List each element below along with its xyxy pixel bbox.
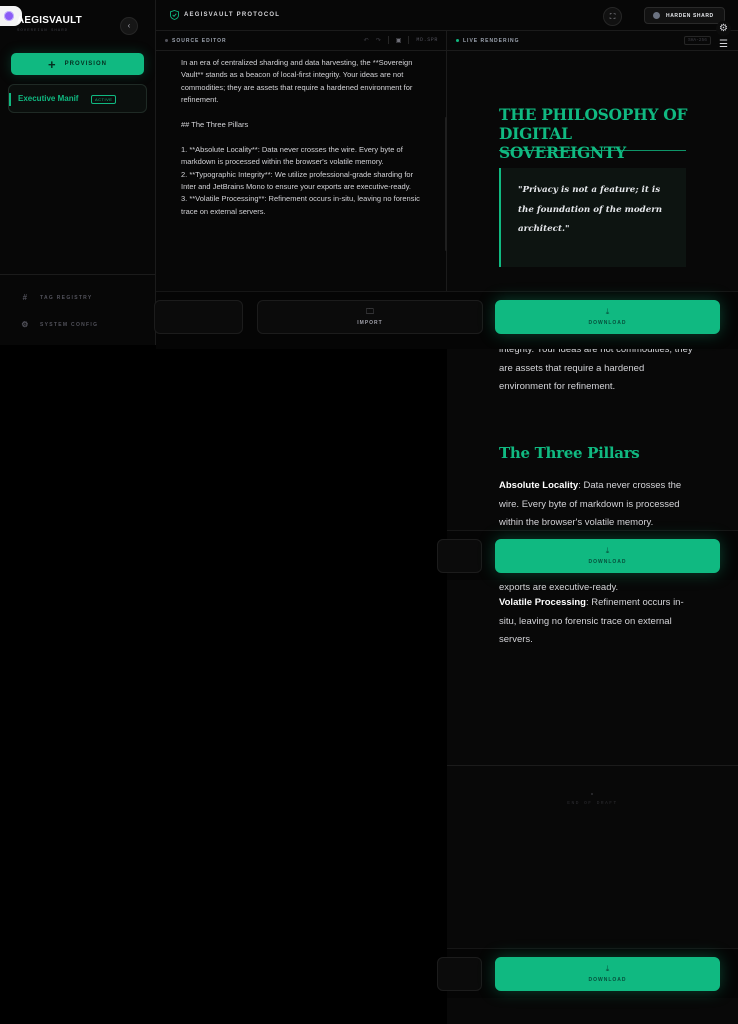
status-dot <box>165 39 168 42</box>
harden-shard-label: HARDEN SHARD <box>666 12 714 19</box>
collapse-sidebar-button[interactable]: ‹ <box>120 17 138 35</box>
sidebar-item-label: SYSTEM CONFIG <box>40 321 99 328</box>
undo-icon[interactable]: ↶ <box>364 37 369 44</box>
brand-subtitle: SOVEREIGN SHARD <box>17 29 69 33</box>
action-bar: ⤓ DOWNLOAD <box>437 948 738 998</box>
download-icon: ⤓ <box>605 546 610 555</box>
document-item[interactable]: Executive Manif ACTIVE <box>8 84 147 113</box>
source-editor-panel: SOURCE EDITOR ↶ ↷ ▣ MD.SPR In an era of … <box>156 31 447 291</box>
scan-button[interactable]: ⛶ <box>603 7 622 26</box>
rocket-icon <box>653 12 660 19</box>
pillar-item: Absolute Locality: Data never crosses th… <box>499 477 699 533</box>
divider <box>0 274 156 275</box>
sidebar: AEGISVAULT SOVEREIGN SHARD ‹ + PROVISION… <box>0 0 156 345</box>
menu-button[interactable]: ☰ <box>716 37 731 52</box>
secondary-action-button[interactable] <box>437 957 482 991</box>
divider <box>408 36 410 44</box>
end-marker <box>591 793 593 795</box>
plus-icon: + <box>48 56 56 72</box>
section-heading: The Three Pillars <box>499 444 640 462</box>
pillar-item: Volatile Processing: Refinement occurs i… <box>499 594 699 650</box>
status-dot <box>456 39 459 42</box>
shield-icon <box>170 10 179 20</box>
top-bar: AEGISVAULT PROTOCOL ⛶ SCAN LISTEN HARDEN… <box>156 0 738 35</box>
import-button[interactable]: 🗀 IMPORT <box>257 300 483 334</box>
protocol-title: AEGISVAULT PROTOCOL <box>184 12 281 18</box>
action-bar: ⤓ DOWNLOAD <box>437 530 738 580</box>
download-label: DOWNLOAD <box>588 977 627 983</box>
document-name: Executive Manif <box>18 94 79 103</box>
folder-icon: 🗀 <box>366 307 374 316</box>
document-heading: THE PHILOSOPHY OF DIGITAL SOVEREIGNTY <box>499 105 688 162</box>
end-of-draft-label: END OF DRAFT <box>567 801 618 806</box>
import-label: IMPORT <box>357 320 383 326</box>
chevron-left-icon: ‹ <box>127 21 131 30</box>
status-badge: ACTIVE <box>91 95 117 104</box>
brain-icon <box>4 11 14 21</box>
gear-icon: ⚙ <box>21 320 30 329</box>
hash-badge: SHA-256 <box>684 36 711 45</box>
hamburger-icon: ☰ <box>719 39 728 50</box>
markdown-editor[interactable]: In an era of centralized sharding and da… <box>181 57 421 218</box>
editor-header: SOURCE EDITOR ↶ ↷ ▣ MD.SPR <box>156 31 446 51</box>
redo-icon[interactable]: ↷ <box>376 37 381 44</box>
divider <box>387 36 389 44</box>
provision-label: PROVISION <box>64 61 107 67</box>
preview-title: LIVE RENDERING <box>463 38 520 44</box>
download-icon: ⤓ <box>605 307 610 316</box>
download-icon: ⤓ <box>605 964 610 973</box>
brand-title: AEGISVAULT <box>17 15 82 26</box>
download-label: DOWNLOAD <box>588 320 627 326</box>
blockquote: "Privacy is not a feature; it is the fou… <box>499 168 686 267</box>
gear-icon: ⚙ <box>719 23 728 34</box>
sidebar-item-tag-registry[interactable]: # TAG REGISTRY <box>21 293 93 302</box>
quote-text: "Privacy is not a feature; it is the fou… <box>518 185 663 234</box>
download-button[interactable]: ⤓ DOWNLOAD <box>495 300 720 334</box>
provision-button[interactable]: + PROVISION <box>11 53 144 75</box>
harden-shard-button[interactable]: HARDEN SHARD <box>644 7 725 24</box>
editor-paragraph: ## The Three Pillars <box>181 120 249 130</box>
settings-button[interactable]: ⚙ <box>716 21 731 36</box>
editor-title: SOURCE EDITOR <box>172 38 227 44</box>
pillar-label: Volatile Processing <box>499 597 586 608</box>
secondary-action-button[interactable] <box>437 539 482 573</box>
download-button[interactable]: ⤓ DOWNLOAD <box>495 957 720 991</box>
preview-header: LIVE RENDERING SHA-256 <box>447 31 738 51</box>
download-button[interactable]: ⤓ DOWNLOAD <box>495 539 720 573</box>
secondary-action-button[interactable] <box>154 300 243 334</box>
format-label: MD.SPR <box>416 37 438 43</box>
body-paragraph: integrity. Your ideas are not commoditie… <box>499 344 693 392</box>
scan-icon: ⛶ <box>609 12 616 21</box>
action-bar: 🗀 IMPORT ⤓ DOWNLOAD <box>154 291 738 349</box>
sidebar-item-system-config[interactable]: ⚙ SYSTEM CONFIG <box>21 320 98 329</box>
image-icon[interactable]: ▣ <box>396 37 402 44</box>
hash-icon: # <box>22 293 29 302</box>
divider <box>447 765 738 766</box>
editor-paragraph: 1. **Absolute Locality**: Data never cro… <box>181 144 420 216</box>
download-label: DOWNLOAD <box>588 559 627 565</box>
live-rendering-panel: LIVE RENDERING SHA-256 THE PHILOSOPHY OF… <box>447 31 738 1024</box>
pillar-label: Absolute Locality <box>499 480 579 491</box>
sidebar-item-label: TAG REGISTRY <box>40 294 93 301</box>
heading-rule <box>499 150 686 151</box>
editor-paragraph: In an era of centralized sharding and da… <box>181 58 415 105</box>
editor-toolbar: ↶ ↷ ▣ MD.SPR <box>364 36 438 44</box>
active-indicator <box>9 93 11 106</box>
